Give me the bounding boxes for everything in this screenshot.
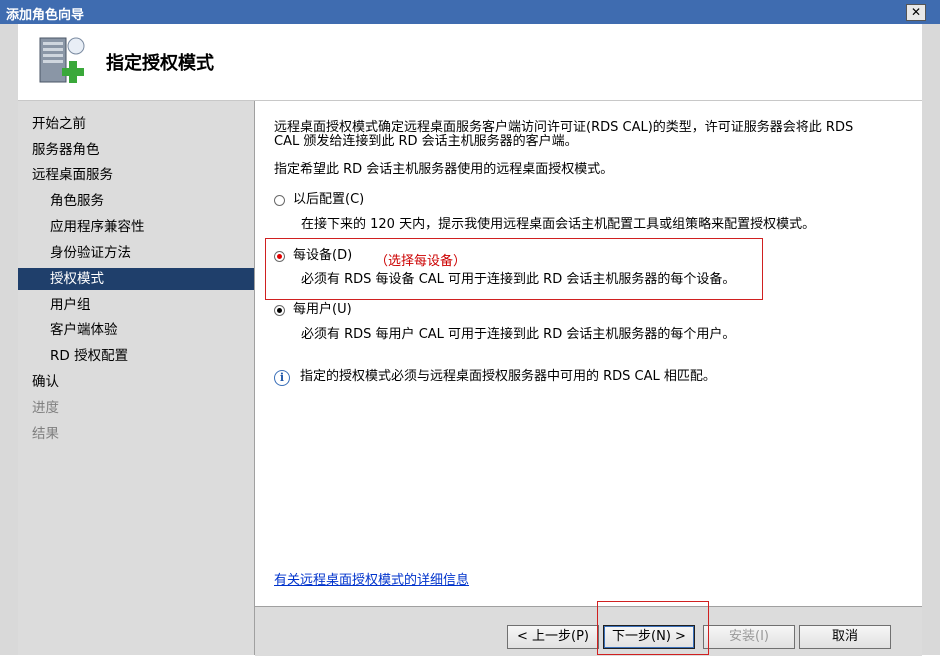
prompt-text: 指定希望此 RD 会话主机服务器使用的远程桌面授权模式。: [274, 162, 614, 177]
page-title: 指定授权模式: [106, 53, 214, 74]
wizard-header: 指定授权模式: [18, 24, 922, 101]
nav-item-server-roles[interactable]: 服务器角色: [18, 139, 254, 161]
install-button: 安装(I): [703, 625, 795, 649]
nav-item-confirmation[interactable]: 确认: [18, 371, 254, 393]
nav-item-progress: 进度: [32, 400, 59, 416]
option-configure-later-label[interactable]: 以后配置(C): [293, 193, 364, 207]
nav-item-user-groups[interactable]: 用户组: [18, 294, 254, 316]
close-button[interactable]: ✕: [906, 4, 926, 21]
window-frame-right: [922, 24, 940, 655]
radio-per-user[interactable]: [274, 305, 285, 316]
option-configure-later-desc: 在接下来的 120 天内，提示我使用远程桌面会话主机配置工具或组策略来配置授权模…: [301, 217, 816, 232]
wizard-steps-nav: 开始之前 服务器角色 远程桌面服务 角色服务 应用程序兼容性 身份验证方法 授权…: [18, 101, 255, 655]
nav-item-authentication-method[interactable]: 身份验证方法: [18, 242, 254, 264]
option-per-user-desc: 必须有 RDS 每用户 CAL 可用于连接到此 RD 会话主机服务器的每个用户。: [301, 327, 736, 342]
nav-item-before-you-begin[interactable]: 开始之前: [18, 113, 254, 135]
title-bar: 添加角色向导 ✕: [0, 0, 940, 24]
option-per-device-desc: 必须有 RDS 每设备 CAL 可用于连接到此 RD 会话主机服务器的每个设备。: [301, 272, 736, 287]
nav-item-client-experience[interactable]: 客户端体验: [18, 319, 254, 341]
previous-button[interactable]: < 上一步(P): [507, 625, 599, 649]
nav-item-licensing-mode[interactable]: 授权模式: [18, 268, 254, 290]
window-title: 添加角色向导: [6, 8, 85, 23]
highlight-box-next: [597, 601, 709, 655]
radio-configure-later[interactable]: [274, 195, 285, 206]
intro-text-line1: 远程桌面授权模式确定远程桌面服务客户端访问许可证(RDS CAL)的类型，许可证…: [274, 120, 854, 135]
option-per-device-label[interactable]: 每设备(D): [293, 249, 352, 263]
info-icon: i: [274, 370, 290, 386]
intro-text-line2: CAL 颁发给连接到此 RD 会话主机服务器的客户端。: [274, 134, 578, 149]
server-add-role-icon: [39, 37, 85, 83]
nav-item-role-services[interactable]: 角色服务: [18, 190, 254, 212]
cancel-button[interactable]: 取消: [799, 625, 891, 649]
info-text: 指定的授权模式必须与远程桌面授权服务器中可用的 RDS CAL 相匹配。: [300, 369, 716, 384]
nav-item-app-compatibility[interactable]: 应用程序兼容性: [18, 216, 254, 238]
nav-item-results: 结果: [32, 426, 59, 442]
annotation-select-per-device: （选择每设备）: [375, 254, 467, 269]
option-per-user-label[interactable]: 每用户(U): [293, 303, 352, 317]
nav-item-rd-licensing-config[interactable]: RD 授权配置: [18, 345, 254, 367]
radio-per-device[interactable]: [274, 251, 285, 262]
nav-item-remote-desktop-services[interactable]: 远程桌面服务: [18, 164, 254, 186]
more-info-link[interactable]: 有关远程桌面授权模式的详细信息: [274, 569, 469, 588]
window-frame-left: [0, 24, 18, 655]
